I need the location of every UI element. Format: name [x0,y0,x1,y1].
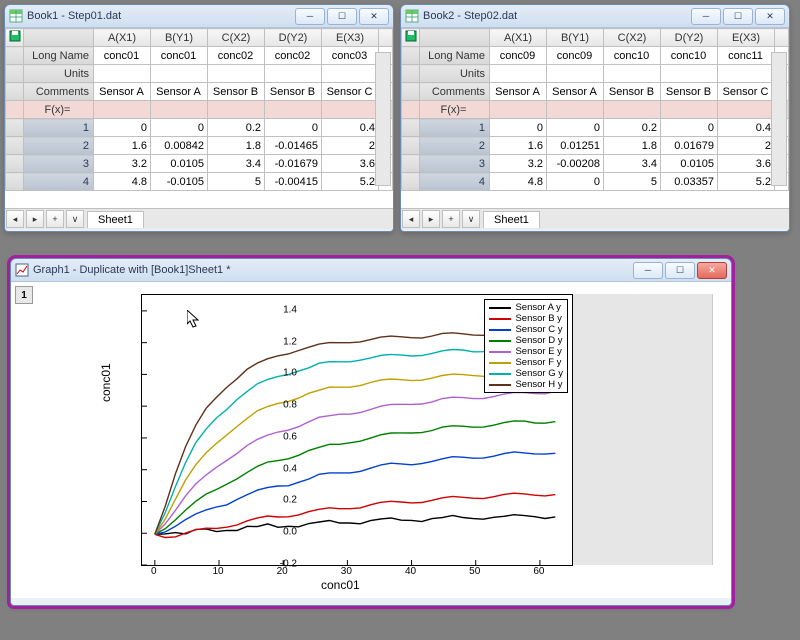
x-tick-label: 20 [277,566,288,577]
tab-add[interactable]: + [442,210,460,228]
legend-item[interactable]: Sensor A y [489,302,563,313]
legend-swatch-icon [489,373,511,375]
legend[interactable]: Sensor A ySensor B ySensor C ySensor D y… [484,299,568,393]
minimize-button[interactable]: ─ [633,262,663,279]
vertical-scrollbar[interactable] [771,52,787,186]
minimize-button[interactable]: ─ [295,8,325,25]
window-title-book1: Book1 - Step01.dat [27,10,293,22]
workbook-window-book2[interactable]: Book2 - Step02.dat ─ ☐ ✕ A(X1) B(Y1) C(X… [400,4,790,232]
legend-item[interactable]: Sensor E y [489,346,563,357]
legend-swatch-icon [489,351,511,353]
worksheet-book1[interactable]: A(X1) B(Y1) C(X2) D(Y2) E(X3) Long Namec… [5,28,393,191]
y-tick-label: 0.2 [283,495,297,506]
legend-item[interactable]: Sensor H y [489,379,563,390]
x-tick-label: 40 [405,566,416,577]
legend-swatch-icon [489,318,511,320]
legend-item[interactable]: Sensor F y [489,357,563,368]
tab-menu[interactable]: ∨ [462,210,480,228]
save-icon[interactable] [6,29,24,47]
tab-nav-prev[interactable]: ▸ [422,210,440,228]
col-header[interactable]: B(Y1) [547,29,604,47]
tab-nav-first[interactable]: ◂ [6,210,24,228]
col-header[interactable]: E(X3) [718,29,775,47]
sheet-tab[interactable]: Sheet1 [87,211,144,228]
titlebar-book1[interactable]: Book1 - Step01.dat ─ ☐ ✕ [5,5,393,28]
col-header[interactable]: A(X1) [94,29,151,47]
col-header[interactable]: D(Y2) [661,29,718,47]
legend-swatch-icon [489,362,511,364]
y-tick-label: 0.4 [283,463,297,474]
titlebar-graph[interactable]: Graph1 - Duplicate with [Book1]Sheet1 * … [11,259,731,282]
legend-item[interactable]: Sensor D y [489,335,563,346]
col-header[interactable]: A(X1) [490,29,547,47]
y-tick-label: 0.0 [283,527,297,538]
col-header[interactable]: B(Y1) [151,29,208,47]
y-tick-label: 0.8 [283,400,297,411]
maximize-button[interactable]: ☐ [665,262,695,279]
workbook-icon [9,9,23,23]
y-tick-label: 0.6 [283,431,297,442]
graph-area[interactable]: 1 Sensor A ySensor B ySensor C ySensor D… [11,282,731,598]
legend-swatch-icon [489,329,511,331]
x-tick-label: 60 [533,566,544,577]
y-tick-label: 1.2 [283,336,297,347]
tab-nav-prev[interactable]: ▸ [26,210,44,228]
graph-icon [15,263,29,277]
legend-item[interactable]: Sensor G y [489,368,563,379]
y-tick-label: 1.4 [283,304,297,315]
cell[interactable]: 0 [94,119,151,137]
y-tick-label: 1.0 [283,368,297,379]
close-button[interactable]: ✕ [359,8,389,25]
x-tick-label: 50 [469,566,480,577]
save-icon[interactable] [402,29,420,47]
x-tick-label: 30 [341,566,352,577]
titlebar-book2[interactable]: Book2 - Step02.dat ─ ☐ ✕ [401,5,789,28]
tab-nav-first[interactable]: ◂ [402,210,420,228]
workbook-window-book1[interactable]: Book1 - Step01.dat ─ ☐ ✕ A(X1) B(Y1) C(X… [4,4,394,232]
plot-region[interactable]: Sensor A ySensor B ySensor C ySensor D y… [141,294,573,566]
page-label[interactable]: 1 [15,286,33,304]
col-header[interactable]: D(Y2) [265,29,322,47]
window-title-graph: Graph1 - Duplicate with [Book1]Sheet1 * [33,264,631,276]
maximize-button[interactable]: ☐ [723,8,753,25]
sheet-tab[interactable]: Sheet1 [483,211,540,228]
vertical-scrollbar[interactable] [375,52,391,186]
worksheet-book2[interactable]: A(X1) B(Y1) C(X2) D(Y2) E(X3) Long Namec… [401,28,789,191]
sheet-tab-bar: ◂ ▸ + ∨ Sheet1 [401,208,789,229]
workbook-icon [405,9,419,23]
legend-swatch-icon [489,384,511,386]
maximize-button[interactable]: ☐ [327,8,357,25]
close-button[interactable]: ✕ [697,262,727,279]
graph-grey-area [571,294,713,565]
graph-window[interactable]: Graph1 - Duplicate with [Book1]Sheet1 * … [10,258,732,606]
legend-label: Sensor H y [515,379,562,391]
legend-swatch-icon [489,340,511,342]
minimize-button[interactable]: ─ [691,8,721,25]
tab-menu[interactable]: ∨ [66,210,84,228]
tab-add[interactable]: + [46,210,64,228]
legend-item[interactable]: Sensor B y [489,313,563,324]
col-header[interactable]: C(X2) [208,29,265,47]
col-header[interactable]: E(X3) [322,29,379,47]
y-axis-label[interactable]: conc01 [99,363,113,402]
sheet-tab-bar: ◂ ▸ + ∨ Sheet1 [5,208,393,229]
close-button[interactable]: ✕ [755,8,785,25]
col-header[interactable]: C(X2) [604,29,661,47]
legend-swatch-icon [489,307,511,309]
legend-item[interactable]: Sensor C y [489,324,563,335]
window-title-book2: Book2 - Step02.dat [423,10,689,22]
x-tick-label: 0 [151,566,157,577]
x-tick-label: 10 [212,566,223,577]
x-axis-label[interactable]: conc01 [321,578,360,592]
